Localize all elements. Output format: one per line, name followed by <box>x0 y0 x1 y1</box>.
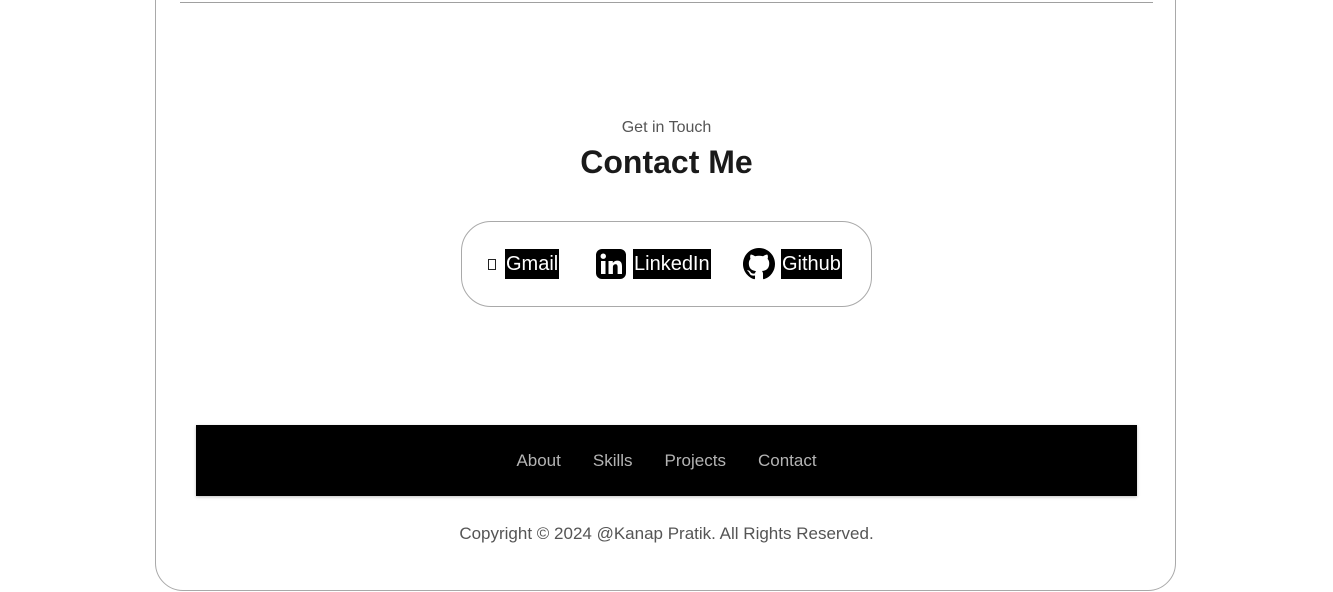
copyright-text: Copyright © 2024 @Kanap Pratik. All Righ… <box>459 524 874 543</box>
gmail-link[interactable]: Gmail <box>488 249 560 279</box>
contact-eyebrow: Get in Touch <box>621 119 712 136</box>
contact-links-box: Gmail LinkedIn Github <box>461 221 872 307</box>
mail-icon <box>488 258 496 270</box>
linkedin-icon <box>595 248 627 280</box>
github-label: Github <box>781 249 842 279</box>
github-icon <box>743 248 775 280</box>
footer-link-projects[interactable]: Projects <box>665 451 726 471</box>
gmail-label: Gmail <box>505 249 560 279</box>
footer-nav: About Skills Projects Contact <box>196 425 1137 496</box>
footer-link-skills[interactable]: Skills <box>593 451 633 471</box>
footer-link-about[interactable]: About <box>516 451 560 471</box>
github-link[interactable]: Github <box>743 248 842 280</box>
footer-link-contact[interactable]: Contact <box>758 451 817 471</box>
contact-title: Contact Me <box>580 144 753 180</box>
linkedin-label: LinkedIn <box>633 249 711 279</box>
section-divider <box>180 2 1153 3</box>
linkedin-link[interactable]: LinkedIn <box>595 249 711 279</box>
